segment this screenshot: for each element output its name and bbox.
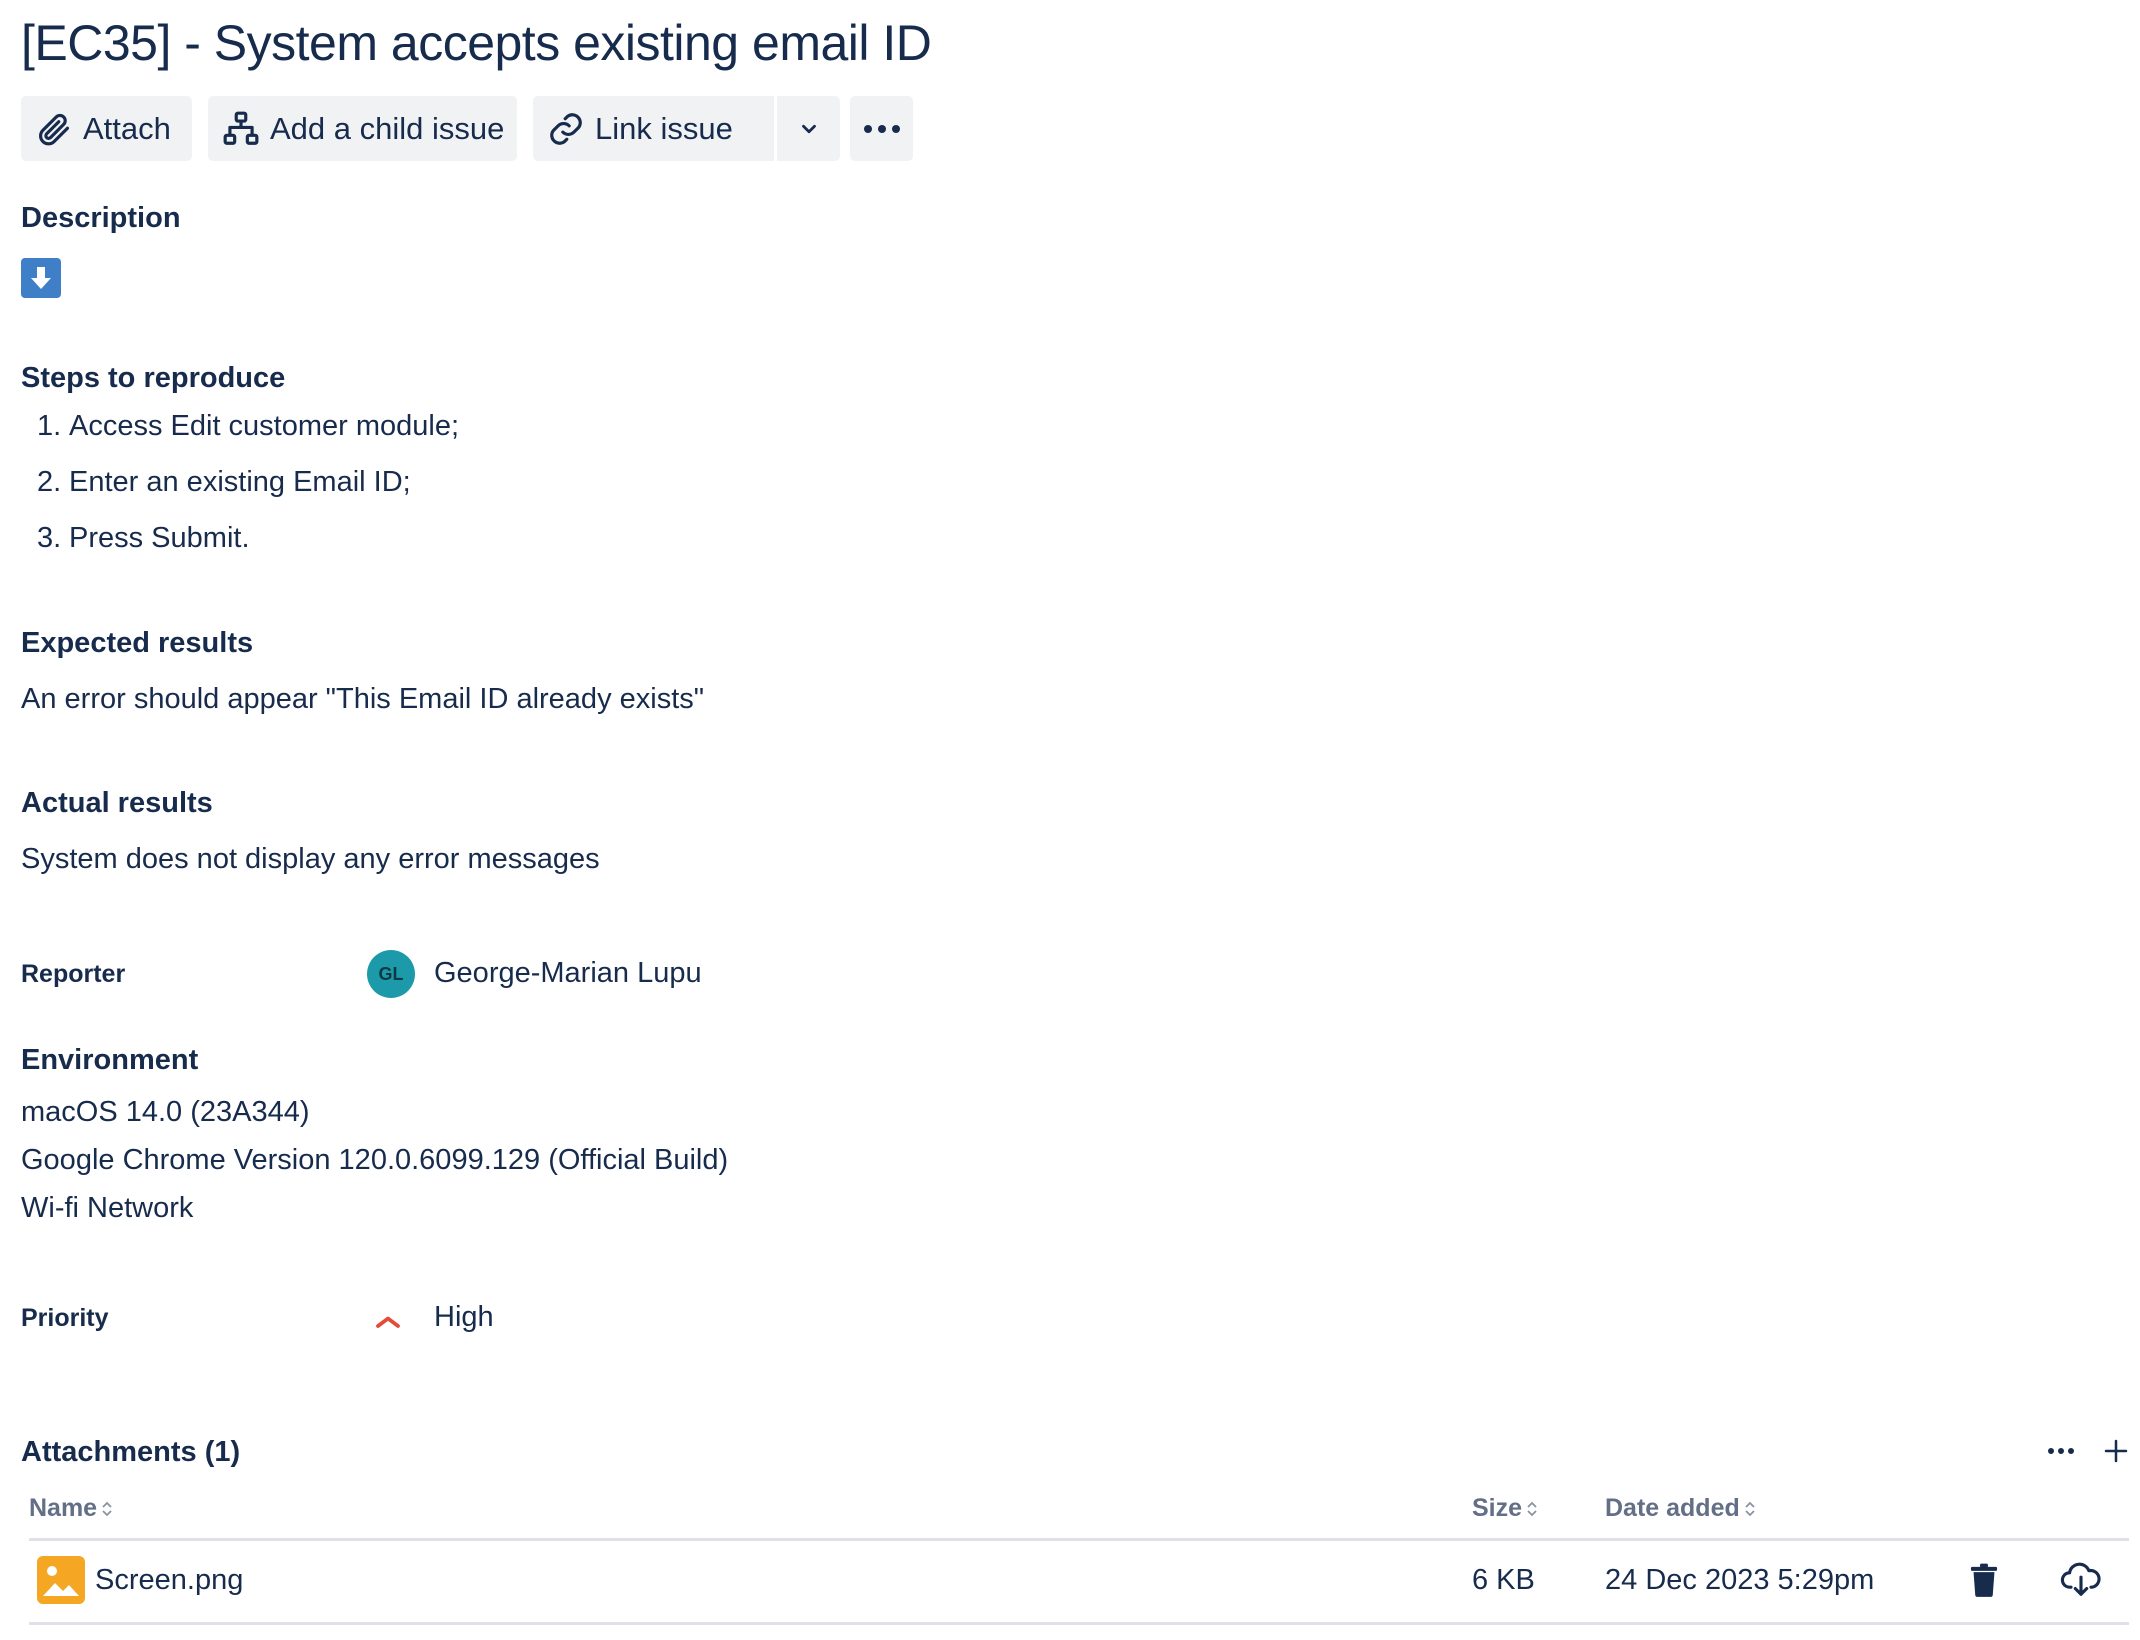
attachments-heading: Attachments (1) xyxy=(21,1436,241,1468)
sort-icon xyxy=(1527,1501,1537,1516)
actual-results-text: System does not display any error messag… xyxy=(21,843,600,875)
reporter-label: Reporter xyxy=(21,960,126,988)
plus-icon[interactable] xyxy=(2101,1436,2131,1466)
issue-view: [EC35] - System accepts existing email I… xyxy=(21,0,2131,1640)
step-text: Enter an existing Email ID; xyxy=(69,466,411,498)
link-icon xyxy=(550,112,582,145)
issue-toolbar: Attach Add a child issue Link issue xyxy=(21,96,1021,161)
attachment-size: 6 KB xyxy=(1472,1563,1535,1596)
list-item: 3. Press Submit. xyxy=(37,522,459,578)
expected-results-heading: Expected results xyxy=(21,627,254,659)
environment-line: Google Chrome Version 120.0.6099.129 (Of… xyxy=(21,1144,729,1176)
image-file-icon xyxy=(37,1556,85,1604)
environment-heading: Environment xyxy=(21,1044,199,1076)
column-header-label: Name xyxy=(29,1494,98,1522)
add-child-issue-button[interactable]: Add a child issue xyxy=(208,96,517,161)
column-header-name[interactable]: Name xyxy=(29,1494,113,1523)
hierarchy-icon xyxy=(223,111,259,145)
avatar[interactable]: GL xyxy=(367,950,415,998)
more-actions-button[interactable] xyxy=(850,96,913,161)
table-divider xyxy=(29,1622,2129,1625)
download-button[interactable] xyxy=(2059,1549,2103,1611)
column-header-label: Size xyxy=(1472,1494,1523,1522)
more-horizontal-icon[interactable] xyxy=(2047,1447,2075,1455)
link-issue-dropdown-button[interactable] xyxy=(777,96,840,161)
description-heading: Description xyxy=(21,202,181,234)
trash-icon xyxy=(1970,1563,1998,1597)
attachment-date: 24 Dec 2023 5:29pm xyxy=(1605,1563,1875,1596)
priority-high-icon xyxy=(376,1316,400,1328)
expected-results-text: An error should appear "This Email ID al… xyxy=(21,683,705,715)
table-divider xyxy=(29,1538,2129,1541)
environment-line: Wi-fi Network xyxy=(21,1192,194,1224)
attach-button[interactable]: Attach xyxy=(21,96,192,161)
table-row[interactable]: Screen.png 6 KB 24 Dec 2023 5:29pm xyxy=(29,1549,2129,1611)
issue-title[interactable]: [EC35] - System accepts existing email I… xyxy=(21,14,932,72)
steps-list: 1. Access Edit customer module; 2. Enter a… xyxy=(37,410,459,578)
attachments-table-header: Name Size Date added xyxy=(29,1494,2129,1538)
download-arrow-icon xyxy=(21,258,61,298)
priority-value[interactable]: High xyxy=(434,1301,494,1334)
step-number: 3. xyxy=(37,522,62,554)
attach-button-label: Attach xyxy=(83,110,171,146)
sort-icon xyxy=(102,1501,112,1516)
list-item: 1. Access Edit customer module; xyxy=(37,410,459,466)
column-header-size[interactable]: Size xyxy=(1472,1494,1538,1523)
add-child-issue-label: Add a child issue xyxy=(270,110,505,146)
chevron-down-icon xyxy=(801,124,816,133)
steps-heading: Steps to reproduce xyxy=(21,362,286,394)
sort-icon xyxy=(1745,1501,1755,1516)
reporter-name[interactable]: George-Marian Lupu xyxy=(434,957,702,990)
cloud-download-icon xyxy=(2060,1562,2101,1596)
more-horizontal-icon xyxy=(863,124,900,133)
actual-results-heading: Actual results xyxy=(21,787,213,819)
step-text: Access Edit customer module; xyxy=(69,410,460,442)
link-issue-button[interactable]: Link issue xyxy=(533,96,774,161)
step-number: 2. xyxy=(37,466,62,498)
paperclip-icon xyxy=(39,113,70,145)
priority-label: Priority xyxy=(21,1304,109,1332)
column-header-label: Date added xyxy=(1605,1494,1740,1522)
list-item: 2. Enter an existing Email ID; xyxy=(37,466,459,522)
environment-line: macOS 14.0 (23A344) xyxy=(21,1096,310,1128)
attachments-actions xyxy=(2047,1436,2131,1466)
attachment-filename[interactable]: Screen.png xyxy=(95,1549,243,1611)
step-text: Press Submit. xyxy=(69,522,250,554)
step-number: 1. xyxy=(37,410,62,442)
delete-button[interactable] xyxy=(1968,1549,2000,1611)
column-header-date[interactable]: Date added xyxy=(1605,1494,1756,1523)
link-issue-label: Link issue xyxy=(595,110,733,146)
